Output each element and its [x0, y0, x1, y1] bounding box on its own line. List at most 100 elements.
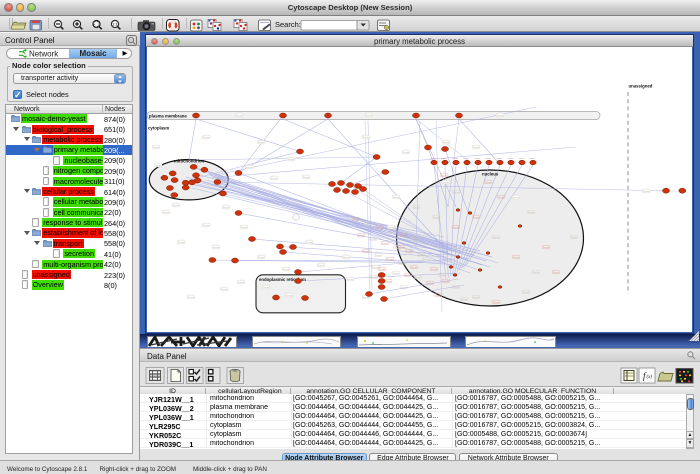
svg-text:Yxxxx: Yxxxx — [518, 158, 525, 160]
svg-text:Yxx xx: Yxx xx — [178, 242, 185, 244]
svg-text:Yxx xx: Yxx xx — [497, 115, 504, 117]
svg-text:Yxx xx: Yxx xx — [389, 231, 396, 233]
svg-text:Yxx xx: Yxx xx — [423, 259, 430, 261]
svg-text:Yxx xx: Yxx xx — [443, 182, 450, 184]
svg-text:Yxx xx: Yxx xx — [643, 191, 650, 193]
svg-text:Yxx xx: Yxx xx — [513, 257, 520, 259]
svg-text:(x): (x) — [647, 375, 653, 380]
svg-text:Yxx xx: Yxx xx — [288, 159, 295, 161]
svg-text:Yxx xx: Yxx xx — [473, 147, 480, 149]
svg-text:Yxxxx: Yxxxx — [452, 158, 459, 160]
svg-text:Yxx xx: Yxx xx — [406, 251, 413, 253]
svg-text:Yxx xx: Yxx xx — [439, 275, 446, 277]
svg-text:Yxxxx: Yxxxx — [507, 158, 514, 160]
svg-text:Yxx xx: Yxx xx — [163, 212, 170, 214]
svg-text:Yxx xx: Yxx xx — [553, 272, 560, 274]
svg-text:Yxx xx: Yxx xx — [203, 225, 210, 227]
svg-text:mitochondrion: mitochondrion — [174, 159, 204, 164]
svg-text:Yxx xx: Yxx xx — [388, 227, 395, 229]
svg-text:Yxx xx: Yxx xx — [405, 275, 412, 277]
svg-text:Yxx xx: Yxx xx — [366, 115, 373, 117]
svg-text:Yxx xx: Yxx xx — [236, 115, 243, 117]
svg-text:Yxx xx: Yxx xx — [283, 269, 290, 271]
svg-text:Yxx xx: Yxx xx — [513, 197, 520, 199]
svg-text:Yxx xx: Yxx xx — [398, 247, 405, 249]
svg-text:Yxx xx: Yxx xx — [303, 177, 310, 179]
svg-text:Yxx xx: Yxx xx — [433, 217, 440, 219]
svg-text:Yxx xx: Yxx xx — [443, 142, 450, 144]
svg-text:Yxx xx: Yxx xx — [286, 295, 293, 297]
svg-text:Yxx xx: Yxx xx — [241, 227, 248, 229]
svg-text:Yxx xx: Yxx xx — [443, 281, 450, 283]
svg-text:Yxx xx: Yxx xx — [431, 269, 438, 271]
svg-text:Yxx xx: Yxx xx — [263, 287, 270, 289]
svg-text:Yxx xx: Yxx xx — [258, 257, 265, 259]
svg-text:cytoplasm: cytoplasm — [148, 126, 169, 131]
svg-text:Yxx xx: Yxx xx — [453, 227, 460, 229]
svg-text:Yxx xx: Yxx xx — [155, 165, 162, 167]
svg-text:Yxx xx: Yxx xx — [203, 137, 210, 139]
svg-text:Yxx xx: Yxx xx — [393, 273, 400, 275]
svg-text:Yxx xx: Yxx xx — [238, 282, 245, 284]
svg-text:Yxx xx: Yxx xx — [246, 167, 253, 169]
svg-text:Yxxxx: Yxxxx — [485, 158, 492, 160]
svg-text:Yxx xx: Yxx xx — [543, 247, 550, 249]
svg-text:Yxxxx: Yxxxx — [529, 158, 536, 160]
svg-text:Yxx xx: Yxx xx — [363, 137, 370, 139]
svg-text:Yxx xx: Yxx xx — [221, 289, 228, 291]
svg-text:Yxx xx: Yxx xx — [418, 255, 425, 257]
svg-text:Yxx xx: Yxx xx — [533, 272, 540, 274]
svg-text:Yxx xx: Yxx xx — [271, 178, 278, 180]
svg-text:Yxx xx: Yxx xx — [223, 207, 230, 209]
svg-text:Yxx xx: Yxx xx — [347, 279, 354, 281]
svg-text:Yxx xx: Yxx xx — [387, 259, 394, 261]
svg-text:Yxxxx: Yxxxx — [441, 158, 448, 160]
svg-text:Yxx xx: Yxx xx — [343, 257, 350, 259]
svg-text:Yxx xx: Yxx xx — [523, 292, 530, 294]
svg-text:Yxx xx: Yxx xx — [370, 239, 377, 241]
svg-text:Yxx xx: Yxx xx — [375, 255, 382, 257]
svg-text:plasma membrane: plasma membrane — [149, 113, 187, 118]
svg-text:Yxx xx: Yxx xx — [173, 205, 180, 207]
svg-text:Yxx xx: Yxx xx — [493, 237, 500, 239]
svg-text:Yxx xx: Yxx xx — [377, 227, 384, 229]
svg-text:Yxx xx: Yxx xx — [473, 217, 480, 219]
svg-text:Yxx xx: Yxx xx — [427, 283, 434, 285]
svg-text:1:1: 1:1 — [112, 22, 118, 27]
svg-text:Yxx xx: Yxx xx — [528, 212, 535, 214]
svg-text:nucleus: nucleus — [482, 172, 499, 177]
svg-text:Yxx xx: Yxx xx — [498, 197, 505, 199]
svg-text:Yxx xx: Yxx xx — [411, 267, 418, 269]
svg-text:Search:: Search: — [275, 20, 301, 29]
svg-text:Yxx xx: Yxx xx — [401, 235, 408, 237]
svg-text:Yxx xx: Yxx xx — [403, 152, 410, 154]
svg-text:Yxx xx: Yxx xx — [415, 277, 422, 279]
svg-text:unassigned: unassigned — [629, 84, 653, 89]
svg-text:Yxxxx: Yxxxx — [463, 158, 470, 160]
svg-text:Yxx xx: Yxx xx — [188, 297, 195, 299]
svg-text:Yxxxx: Yxxxx — [474, 158, 481, 160]
svg-text:Yxx xx: Yxx xx — [379, 269, 386, 271]
svg-text:Yxx xx: Yxx xx — [413, 239, 420, 241]
svg-text:Yxx xx: Yxx xx — [461, 299, 468, 301]
svg-text:Yxx xx: Yxx xx — [363, 297, 370, 299]
svg-text:Yxx xx: Yxx xx — [258, 142, 265, 144]
svg-text:Yxx xx: Yxx xx — [365, 223, 372, 225]
svg-text:Yxx xx: Yxx xx — [358, 235, 365, 237]
svg-text:Yxx xx: Yxx xx — [371, 277, 378, 279]
svg-text:Yxx xx: Yxx xx — [213, 247, 220, 249]
svg-text:Yxx xx: Yxx xx — [493, 302, 500, 304]
svg-text:Yxx xx: Yxx xx — [441, 175, 448, 177]
svg-text:Yxx xx: Yxx xx — [353, 219, 360, 221]
svg-text:Yxx xx: Yxx xx — [306, 242, 313, 244]
svg-text:Yxx xx: Yxx xx — [453, 287, 460, 289]
svg-text:Yxx xx: Yxx xx — [435, 295, 442, 297]
svg-text:Yxx xx: Yxx xx — [401, 287, 408, 289]
svg-text:Yxx xx: Yxx xx — [363, 251, 370, 253]
svg-text:Yxxxx: Yxxxx — [496, 158, 503, 160]
svg-text:Yxx xx: Yxx xx — [153, 147, 160, 149]
svg-text:Yxx xx: Yxx xx — [399, 263, 406, 265]
svg-text:Yxx xx: Yxx xx — [385, 281, 392, 283]
svg-text:Yxx xx: Yxx xx — [382, 243, 389, 245]
svg-text:Yxx xx: Yxx xx — [473, 297, 480, 299]
